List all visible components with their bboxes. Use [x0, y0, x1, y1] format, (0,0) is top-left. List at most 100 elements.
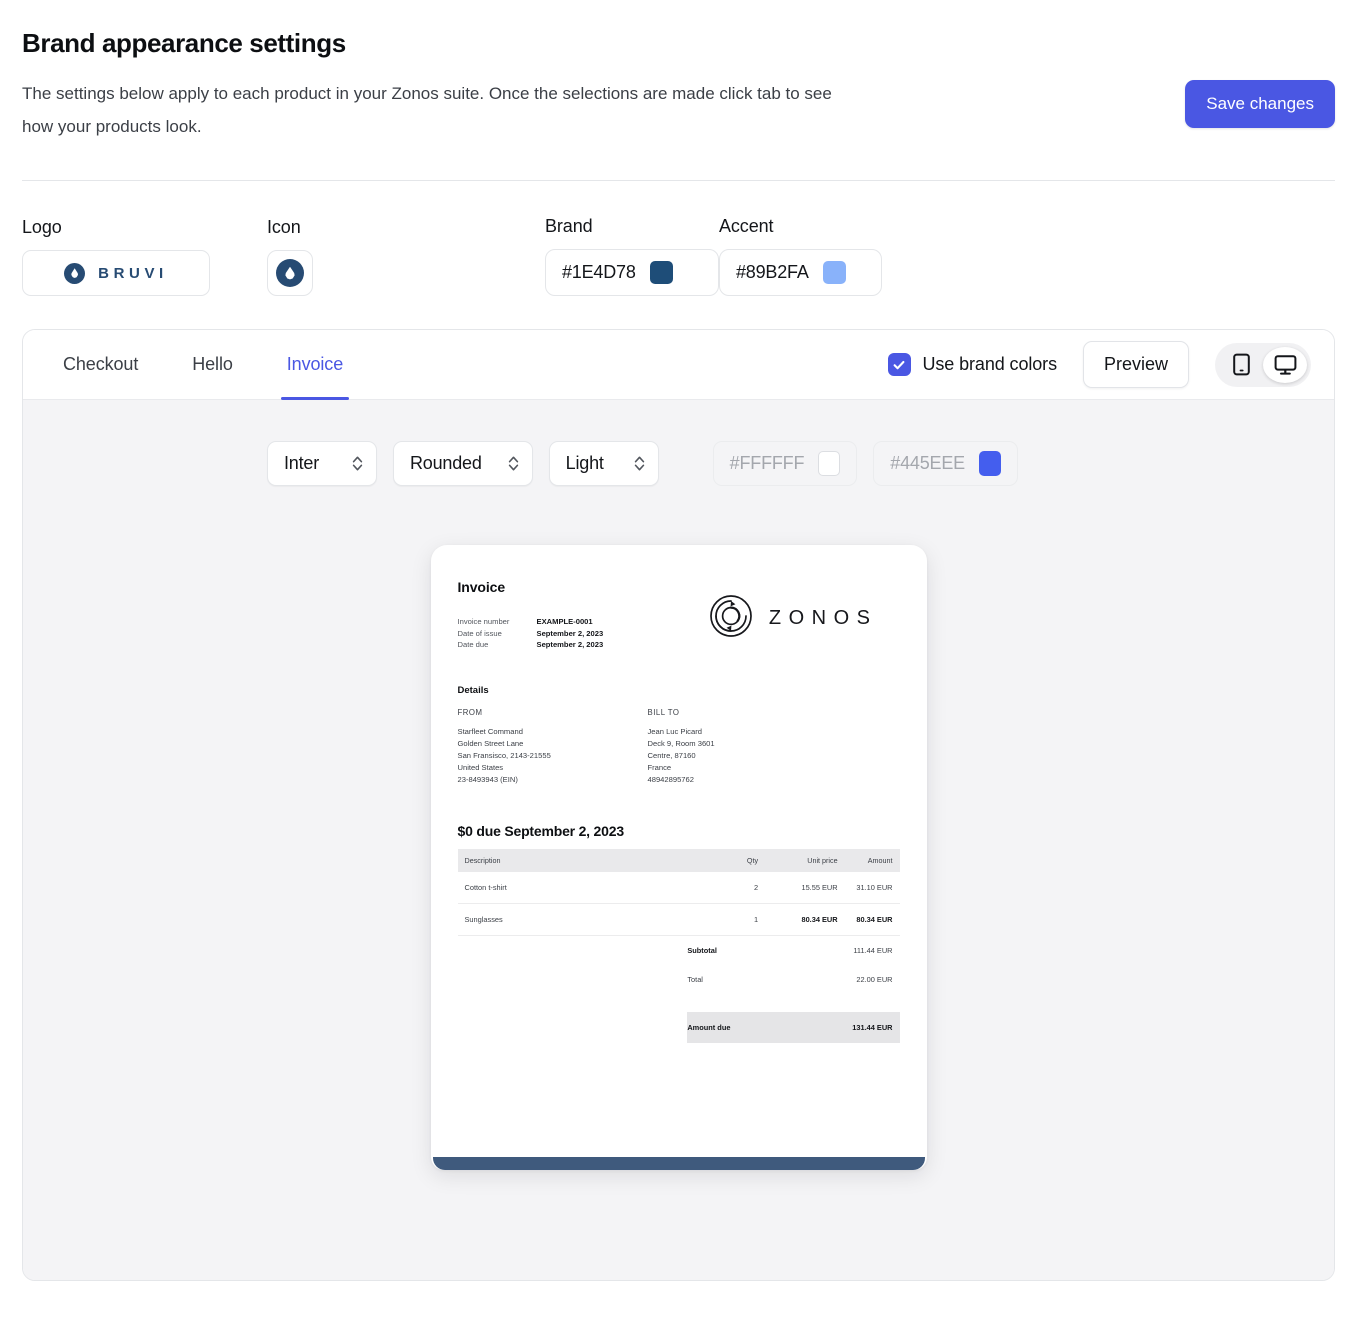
date-of-issue-value: September 2, 2023: [536, 628, 604, 638]
checkbox-checked-icon[interactable]: [887, 353, 911, 377]
from-address-block: FROM Starfleet Command Golden Street Lan…: [458, 708, 648, 787]
spacer-row: [458, 994, 900, 1012]
spacer-cell: [458, 965, 688, 994]
primary-color-swatch: [978, 451, 1001, 477]
zonos-wordmark: ZONOS: [768, 607, 878, 630]
item-qty: 2: [687, 871, 759, 904]
preview-button[interactable]: Preview: [1082, 341, 1189, 389]
item-qty: 1: [687, 903, 759, 936]
brand-color-swatch[interactable]: [649, 261, 673, 285]
bill-to-line: Jean Luc Picard: [647, 726, 702, 736]
item-amount: 80.34 EUR: [837, 903, 900, 936]
column-header-unit-price: Unit price: [758, 848, 838, 872]
from-heading: FROM: [457, 707, 483, 717]
accent-color-input[interactable]: #89B2FA: [719, 249, 882, 297]
column-header-qty: Qty: [687, 848, 759, 872]
chevron-updown-icon: [352, 455, 363, 472]
brand-color-value: #1E4D78: [562, 262, 636, 283]
from-line: Golden Street Lane: [457, 739, 524, 749]
page-description: The settings below apply to each product…: [22, 84, 832, 137]
spacer-cell: [758, 935, 838, 965]
preview-panel-header: Checkout Hello Invoice Use brand colors …: [23, 330, 1334, 401]
primary-color-value: #445EEE: [890, 453, 965, 474]
logo-upload-box[interactable]: BRUVI: [22, 250, 210, 297]
date-of-issue-label: Date of issue: [457, 628, 502, 638]
desktop-device-icon[interactable]: [1263, 346, 1307, 383]
preview-header-controls: Use brand colors Preview: [887, 341, 1311, 389]
item-unit-price: 80.34 EUR: [758, 903, 838, 936]
logo-wordmark: BRUVI: [98, 264, 168, 282]
from-line: San Fransisco, 2143-21555: [457, 751, 551, 761]
page-header: Brand appearance settings The settings b…: [0, 0, 1357, 143]
amount-due-value: 131.44 EUR: [837, 1011, 900, 1043]
brand-color-label: Brand: [545, 216, 593, 237]
invoice-line-items-table: Description Qty Unit price Amount Cotton…: [457, 848, 900, 1043]
invoice-meta-row: Date due September 2, 2023: [458, 639, 604, 651]
date-due-value: September 2, 2023: [536, 640, 604, 650]
mobile-device-icon[interactable]: [1219, 347, 1263, 383]
brand-color-input[interactable]: #1E4D78: [545, 249, 719, 297]
save-changes-button[interactable]: Save changes: [1185, 80, 1335, 128]
accent-color-swatch[interactable]: [822, 261, 846, 285]
invoice-preview-wrapper: Invoice Invoice number EXAMPLE-0001 Date…: [23, 545, 1334, 1171]
spacer-cell: [458, 1012, 688, 1043]
icon-upload-box[interactable]: [267, 250, 313, 297]
invoice-number-value: EXAMPLE-0001: [536, 617, 593, 627]
page-title: Brand appearance settings: [22, 28, 346, 58]
chevron-updown-icon: [508, 455, 519, 472]
invoice-brand-footer-bar: [432, 1157, 925, 1171]
tab-invoice[interactable]: Invoice: [280, 330, 350, 401]
droplet-circle-icon: [64, 262, 86, 284]
invoice-header: Invoice Invoice number EXAMPLE-0001 Date…: [458, 579, 900, 651]
table-header-row: Description Qty Unit price Amount: [457, 848, 900, 872]
subtotal-row: Subtotal 111.44 EUR: [458, 935, 900, 965]
bill-to-address-block: BILL TO Jean Luc Picard Deck 9, Room 360…: [648, 708, 838, 787]
item-amount: 31.10 EUR: [837, 871, 900, 904]
invoice-meta-row: Date of issue September 2, 2023: [458, 628, 604, 640]
device-toggle: [1215, 342, 1311, 387]
item-description: Cotton t-shirt: [457, 871, 688, 904]
from-line: Starfleet Command: [457, 726, 523, 736]
bill-to-line: Deck 9, Room 3601: [647, 739, 715, 749]
spacer-cell: [758, 965, 838, 994]
invoice-number-label: Invoice number: [457, 617, 510, 627]
subtotal-label: Subtotal: [687, 945, 717, 955]
font-select[interactable]: Inter: [267, 441, 377, 487]
corners-select-value: Rounded: [410, 453, 482, 474]
primary-color-input: #445EEE: [873, 441, 1018, 487]
invoice-meta: Invoice number EXAMPLE-0001 Date of issu…: [458, 616, 604, 651]
bill-to-line: Centre, 87160: [647, 751, 696, 761]
logo-field: Logo BRUVI: [22, 217, 267, 297]
zonos-logo: ZONOS: [708, 579, 900, 644]
background-color-input: #FFFFFF: [712, 441, 858, 487]
spacer-cell: [758, 1011, 838, 1043]
font-select-value: Inter: [284, 453, 320, 474]
theme-select[interactable]: Light: [548, 441, 659, 487]
invoice-details-title: Details: [457, 684, 489, 696]
accent-color-value: #89B2FA: [736, 262, 809, 283]
bill-to-line: 48942895762: [647, 775, 694, 785]
bill-to-line: France: [647, 763, 672, 773]
brand-color-field: Brand #1E4D78: [545, 216, 719, 297]
amount-due-row: Amount due 131.44 EUR: [458, 1011, 900, 1043]
total-label: Total: [687, 974, 703, 984]
column-header-description: Description: [457, 848, 688, 872]
table-row: Cotton t-shirt 2 15.55 EUR 31.10 EUR: [457, 871, 900, 904]
accent-color-label: Accent: [719, 216, 774, 237]
tab-hello[interactable]: Hello: [186, 330, 239, 399]
use-brand-colors-label: Use brand colors: [922, 354, 1058, 375]
spacer-cell: [458, 935, 688, 965]
from-line: 23-8493943 (EIN): [457, 775, 518, 785]
droplet-circle-icon: [276, 259, 304, 288]
use-brand-colors-checkbox[interactable]: Use brand colors: [887, 353, 1058, 377]
icon-field: Icon: [267, 217, 545, 297]
amount-due-label: Amount due: [687, 1011, 759, 1043]
background-color-swatch: [818, 451, 841, 477]
invoice-header-left: Invoice Invoice number EXAMPLE-0001 Date…: [458, 579, 604, 651]
style-controls-row: Inter Rounded Light #FFFFFF #445EEE: [23, 441, 1334, 487]
invoice-title: Invoice: [457, 579, 506, 596]
preview-panel-body: Inter Rounded Light #FFFFFF #445EEE Invo…: [23, 400, 1334, 1281]
invoice-card: Invoice Invoice number EXAMPLE-0001 Date…: [430, 545, 927, 1171]
corners-select[interactable]: Rounded: [393, 441, 533, 487]
tab-checkout[interactable]: Checkout: [57, 330, 144, 399]
